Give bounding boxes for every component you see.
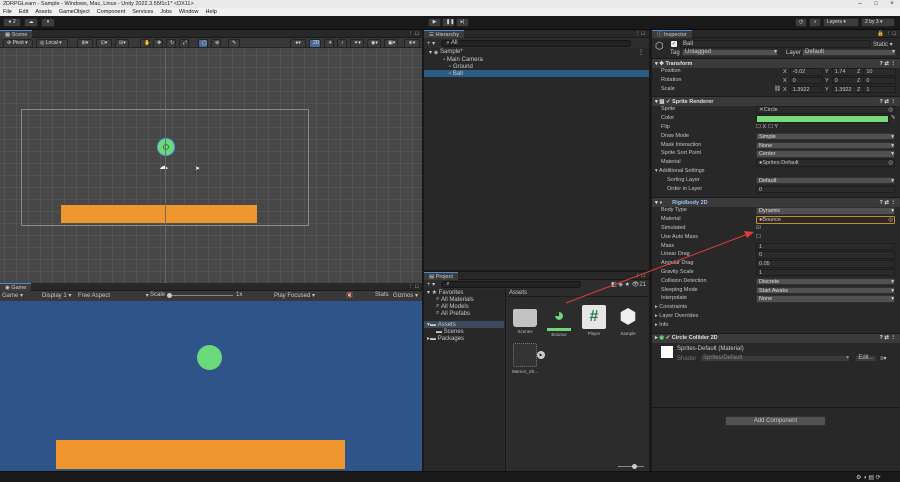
scale-tool-icon[interactable]: ⤢ bbox=[179, 39, 189, 48]
audio-icon[interactable]: ♪ bbox=[337, 39, 347, 48]
visibility-icon[interactable]: ◉▾ bbox=[367, 39, 381, 48]
annotation-arrowhead bbox=[744, 231, 754, 238]
status-icons[interactable]: ⚙ ◑ ▤ ⟳ bbox=[856, 474, 881, 481]
status-bar: ⚙ ◑ ▤ ⟳ bbox=[0, 471, 900, 482]
snap-icon[interactable]: ⊡▾ bbox=[96, 39, 112, 48]
rotate-tool-icon[interactable]: ↻ bbox=[166, 39, 176, 48]
effects-icon[interactable]: ✦▾ bbox=[350, 39, 364, 48]
hand-tool-icon[interactable]: ✋ bbox=[140, 39, 150, 48]
pivot-dropdown[interactable]: ✣ Pivot ▾ bbox=[3, 39, 33, 48]
move-tool-icon[interactable]: ✥ bbox=[153, 39, 163, 48]
space-dropdown[interactable]: ◎ Local ▾ bbox=[36, 39, 68, 48]
annotation-arrow bbox=[565, 231, 754, 304]
toggle-2d-button[interactable]: 2D bbox=[309, 39, 321, 48]
custom-tool-icon[interactable]: ✎ bbox=[228, 39, 240, 48]
increment-snap-icon[interactable]: ⊟▾ bbox=[115, 39, 129, 48]
grid-snap-icon[interactable]: ⊞▾ bbox=[77, 39, 93, 48]
scene-toolbar: ✣ Pivot ▾ ◎ Local ▾ ⊞▾ ⊡▾ ⊟▾ ✋ ✥ ↻ ⤢ ▢ ⊕… bbox=[0, 38, 422, 48]
shading-dropdown[interactable]: ●▾ bbox=[290, 39, 306, 48]
gizmos-icon[interactable]: ⊕▾ bbox=[404, 39, 420, 48]
lighting-icon[interactable]: ☀ bbox=[324, 39, 334, 48]
camera-icon[interactable]: ▣▾ bbox=[384, 39, 398, 48]
rect-tool-icon[interactable]: ▢ bbox=[198, 39, 208, 48]
transform-tool-icon[interactable]: ⊕ bbox=[211, 39, 221, 48]
annotation-arrow-line bbox=[565, 233, 749, 304]
